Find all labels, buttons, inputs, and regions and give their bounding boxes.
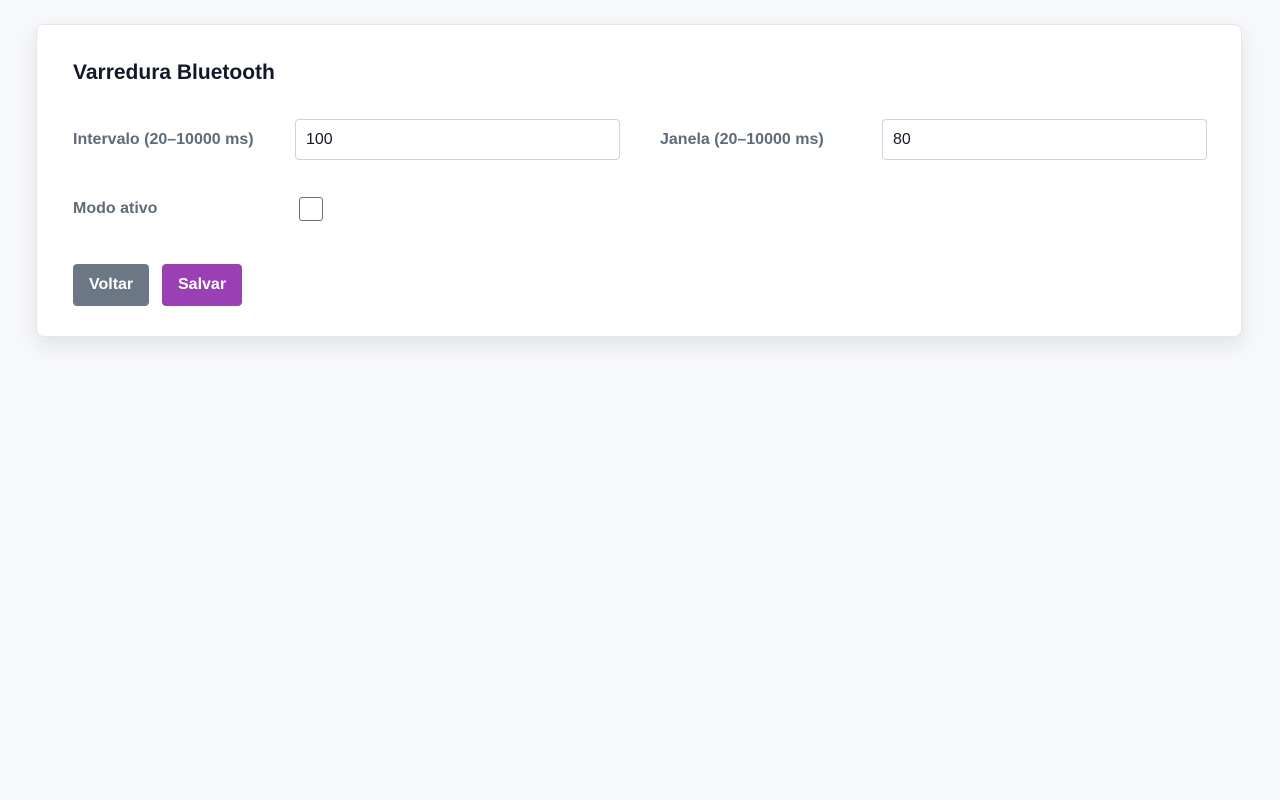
page-title: Varredura Bluetooth [73, 61, 275, 84]
active-mode-checkbox[interactable] [299, 197, 323, 221]
window-input[interactable] [882, 119, 1207, 160]
bluetooth-scan-card: Varredura Bluetooth Intervalo (20–10000 … [36, 24, 1242, 337]
window-label: Janela (20–10000 ms) [660, 131, 824, 148]
active-mode-label: Modo ativo [73, 200, 158, 217]
back-button[interactable]: Voltar [73, 264, 149, 306]
interval-input[interactable] [295, 119, 620, 160]
save-button[interactable]: Salvar [162, 264, 242, 306]
interval-label: Intervalo (20–10000 ms) [73, 131, 254, 148]
